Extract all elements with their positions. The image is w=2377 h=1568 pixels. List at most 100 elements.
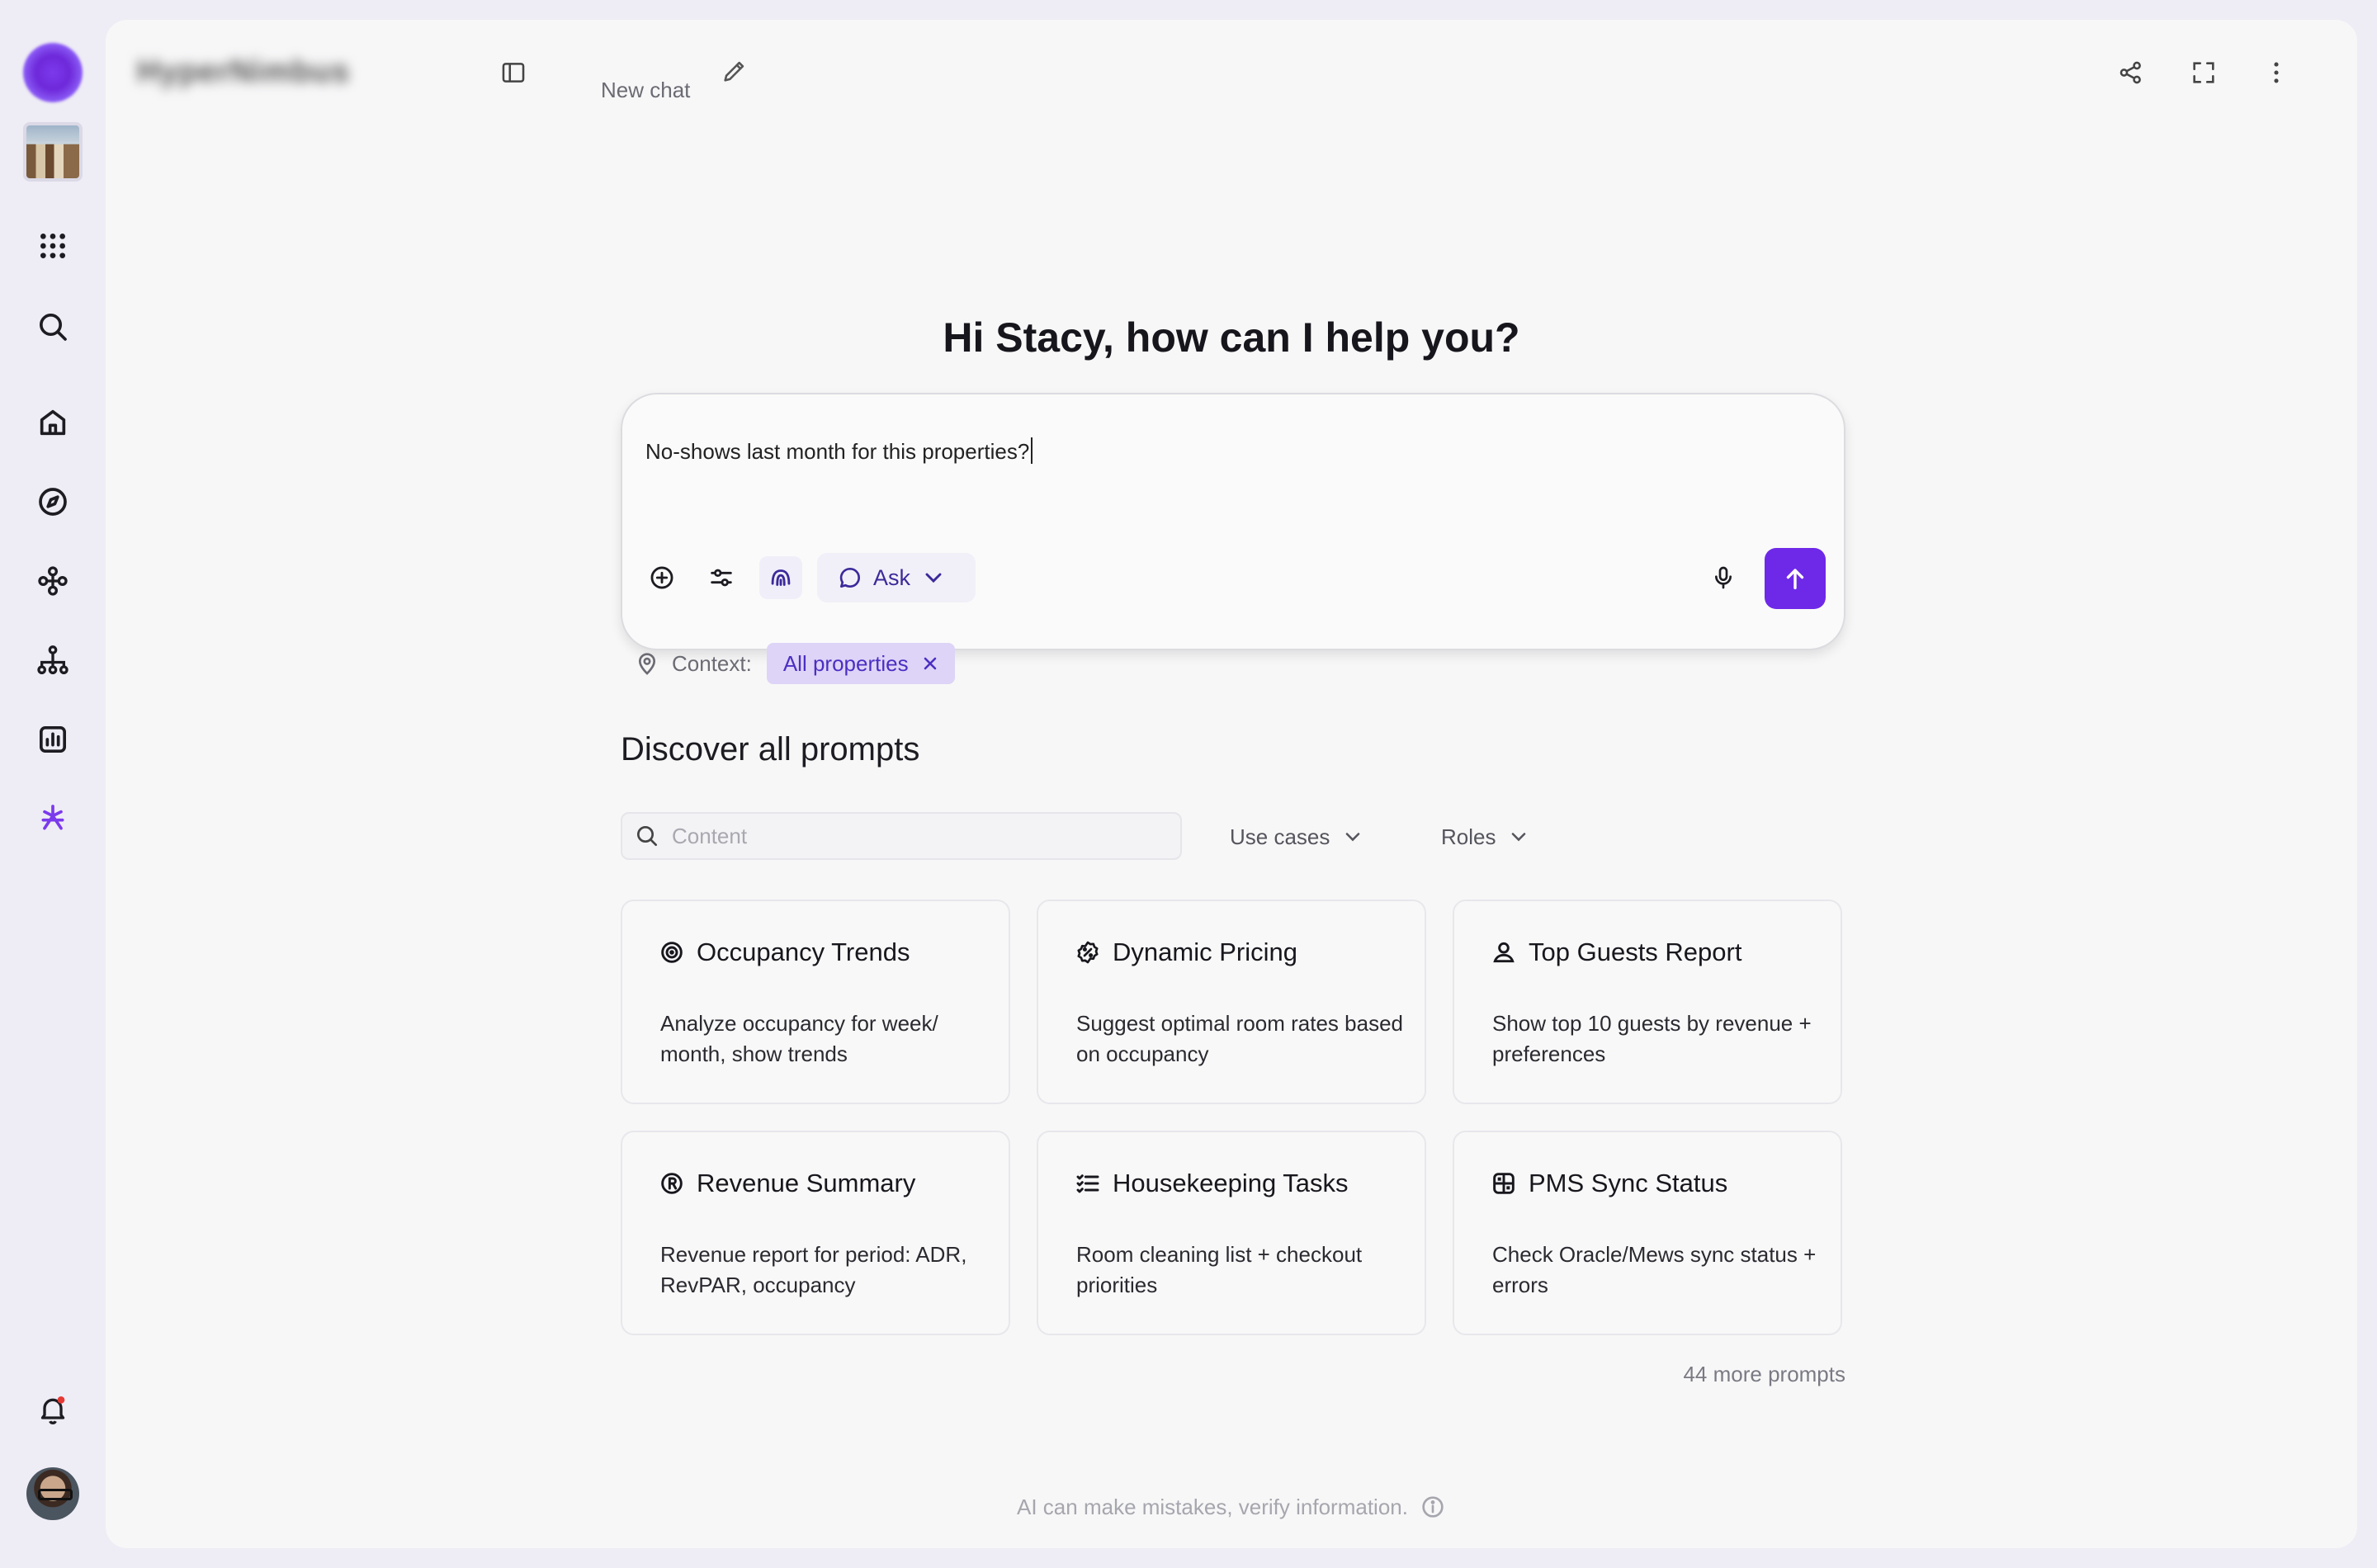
disclaimer-text: AI can make mistakes, verify information… <box>1017 1494 1408 1519</box>
user-icon <box>1493 942 1515 963</box>
settings-button[interactable] <box>700 556 743 599</box>
sparkle-icon <box>41 805 64 830</box>
rename-chat-button[interactable] <box>711 48 758 94</box>
card-header: PMS Sync Status <box>1491 1169 1727 1198</box>
card-header: Housekeeping Tasks <box>1075 1169 1349 1198</box>
fullscreen-button[interactable] <box>2181 50 2227 96</box>
hierarchy-icon <box>37 645 69 674</box>
prompt-card-revenue-summary[interactable]: Revenue Summary Revenue report for perio… <box>621 1131 1010 1335</box>
prompt-search[interactable] <box>621 812 1182 860</box>
context-label: Context: <box>672 650 752 676</box>
registered-icon <box>661 1173 683 1194</box>
explore-button[interactable] <box>26 475 79 528</box>
card-title: Housekeeping Tasks <box>1113 1169 1349 1197</box>
card-header: Top Guests Report <box>1491 937 1741 967</box>
discover-heading: Discover all prompts <box>621 731 920 767</box>
greeting-heading: Hi Stacy, how can I help you? <box>943 314 1520 361</box>
card-description: Revenue report for period: ADR, RevPAR, … <box>660 1242 967 1297</box>
card-header: Dynamic Pricing <box>1075 937 1297 967</box>
checklist-icon <box>1076 1174 1099 1193</box>
prompt-card-dynamic-pricing[interactable]: Dynamic Pricing Suggest optimal room rat… <box>1037 900 1426 1104</box>
arrow-up-icon <box>1786 569 1804 590</box>
prompt-card-housekeeping-tasks[interactable]: Housekeeping Tasks Room cleaning list + … <box>1037 1131 1426 1335</box>
analytics-button[interactable] <box>26 713 79 766</box>
context-chip-label: All properties <box>782 650 909 676</box>
prompt-search-input[interactable] <box>672 823 1134 849</box>
chat-bubble-icon <box>839 567 860 588</box>
left-rail <box>0 0 106 1568</box>
card-title: Revenue Summary <box>697 1169 916 1197</box>
chevron-down-icon <box>1512 833 1526 842</box>
nodes-icon <box>38 566 68 596</box>
chevron-down-icon <box>1346 833 1360 842</box>
footer-disclaimer: AI can make mistakes, verify information… <box>106 1494 2357 1520</box>
bar-chart-icon <box>40 726 66 753</box>
attach-button[interactable] <box>640 556 683 599</box>
card-header: Occupancy Trends <box>659 937 910 967</box>
card-description: Room cleaning list + checkout priorities <box>1076 1242 1363 1297</box>
card-description: Show top 10 guests by revenue + preferen… <box>1492 1011 1812 1066</box>
location-pin-icon <box>638 653 656 675</box>
mode-label: Ask <box>873 564 911 590</box>
more-prompts-link[interactable]: 44 more prompts <box>1591 1362 1845 1387</box>
send-button[interactable] <box>1765 548 1826 609</box>
card-title: Occupancy Trends <box>697 937 910 966</box>
chat-title: New chat <box>601 78 691 102</box>
integrations-button[interactable] <box>26 555 79 607</box>
microphone-icon <box>1715 566 1732 589</box>
compass-icon <box>39 488 67 516</box>
apps-grid-button[interactable] <box>26 220 79 272</box>
share-icon <box>2119 61 2141 84</box>
roles-filter[interactable]: Roles <box>1441 817 1530 857</box>
chat-composer[interactable]: No-shows last month for this properties?… <box>621 393 1845 650</box>
prompt-input[interactable]: No-shows last month for this properties? <box>645 437 1033 465</box>
context-chip[interactable]: All properties <box>766 643 955 684</box>
context-row: Context: All properties <box>634 642 955 685</box>
search-icon <box>40 314 67 341</box>
prompt-card-occupancy-trends[interactable]: Occupancy Trends Analyze occupancy for w… <box>621 900 1010 1104</box>
card-title: Dynamic Pricing <box>1113 937 1297 966</box>
percent-badge-icon <box>1077 941 1099 964</box>
card-header: Revenue Summary <box>659 1169 915 1198</box>
toggle-sidebar-button[interactable] <box>490 50 536 96</box>
home-icon <box>40 409 66 436</box>
card-description: Check Oracle/Mews sync status + errors <box>1492 1242 1817 1297</box>
apps-grid-icon <box>40 234 65 258</box>
card-title: Top Guests Report <box>1529 937 1742 966</box>
search-button[interactable] <box>26 300 79 353</box>
mode-selector[interactable]: Ask <box>817 553 976 602</box>
card-title: PMS Sync Status <box>1529 1169 1728 1197</box>
ai-assistant-button[interactable] <box>26 792 79 845</box>
voice-input-button[interactable] <box>1702 556 1745 599</box>
use-cases-filter[interactable]: Use cases <box>1230 817 1364 857</box>
use-cases-label: Use cases <box>1230 824 1330 849</box>
fingerprint-icon <box>771 569 791 586</box>
home-button[interactable] <box>26 396 79 449</box>
roles-label: Roles <box>1441 824 1496 849</box>
avatar[interactable] <box>26 1467 79 1520</box>
expand-icon <box>2193 62 2214 83</box>
top-bar: HyperNimbus New chat <box>106 20 2357 127</box>
search-icon <box>637 826 657 846</box>
pencil-icon <box>724 61 744 82</box>
prompt-card-pms-sync-status[interactable]: PMS Sync Status Check Oracle/Mews sync s… <box>1453 1131 1842 1335</box>
notifications-button[interactable] <box>26 1383 79 1436</box>
kebab-menu-icon <box>2274 62 2279 83</box>
info-icon[interactable] <box>1420 1494 1446 1520</box>
close-icon[interactable] <box>920 654 940 673</box>
target-icon <box>661 942 683 963</box>
card-description: Analyze occupancy for week/ month, show … <box>660 1011 938 1066</box>
plus-circle-icon <box>650 566 673 589</box>
card-description: Suggest optimal room rates based on occu… <box>1076 1011 1403 1066</box>
app-logo[interactable] <box>23 43 83 102</box>
share-button[interactable] <box>2108 50 2154 96</box>
property-thumbnail[interactable] <box>23 122 83 182</box>
prompt-card-top-guests-report[interactable]: Top Guests Report Show top 10 guests by … <box>1453 900 1842 1104</box>
bell-icon <box>40 1396 65 1424</box>
hierarchy-button[interactable] <box>26 634 79 687</box>
knowledge-button[interactable] <box>759 556 802 599</box>
sidebar-icon <box>502 63 525 83</box>
more-options-button[interactable] <box>2253 50 2299 96</box>
grid-icon <box>1493 1173 1515 1194</box>
chevron-down-icon <box>925 573 942 583</box>
